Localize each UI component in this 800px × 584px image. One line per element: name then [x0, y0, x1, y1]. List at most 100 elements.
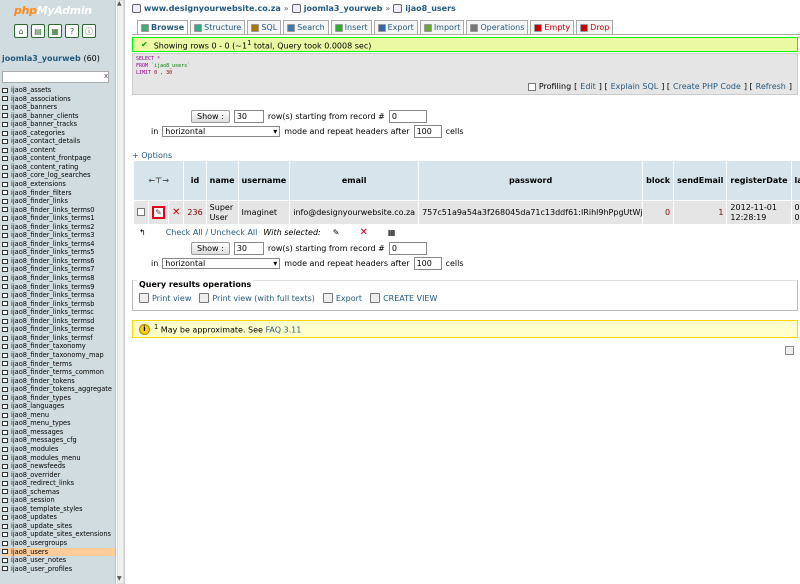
browse-table-icon[interactable]	[2, 250, 8, 256]
table-name[interactable]: ijao8_finder_links_terms9	[11, 283, 95, 292]
browse-table-icon[interactable]	[2, 104, 8, 110]
browse-table-icon[interactable]	[2, 164, 8, 170]
browse-table-icon[interactable]	[2, 489, 8, 495]
scrollbar-thumb[interactable]	[117, 0, 124, 584]
table-name[interactable]: ijao8_finder_terms	[11, 360, 72, 369]
column-header-registerdate[interactable]: registerDate	[726, 160, 792, 201]
table-name[interactable]: ijao8_finder_links_termsf	[11, 334, 93, 343]
browse-table-icon[interactable]	[2, 455, 8, 461]
table-name[interactable]: ijao8_finder_links_terms1	[11, 214, 95, 223]
delete-icon[interactable]: ✕	[172, 207, 180, 218]
table-name[interactable]: ijao8_categories	[11, 129, 65, 138]
table-name[interactable]: ijao8_banner_clients	[11, 112, 78, 121]
table-name[interactable]: ijao8_finder_tokens_aggregate	[11, 385, 112, 394]
browse-table-icon[interactable]	[2, 327, 8, 333]
browse-table-icon[interactable]	[2, 361, 8, 367]
table-name[interactable]: ijao8_updates	[11, 513, 57, 522]
browse-table-icon[interactable]	[2, 352, 8, 358]
browse-table-icon[interactable]	[2, 121, 8, 127]
table-list-item[interactable]: ijao8_core_log_searches	[2, 171, 115, 180]
edit-selected-pencil-icon[interactable]: ✎	[333, 228, 340, 237]
table-list-item[interactable]: ijao8_finder_links_terms8	[2, 274, 115, 283]
table-list-item[interactable]: ijao8_update_sites_extensions	[2, 530, 115, 539]
browse-table-icon[interactable]	[2, 215, 8, 221]
browse-table-icon[interactable]	[2, 480, 8, 486]
table-list-item[interactable]: ijao8_finder_links_termsb	[2, 300, 115, 309]
table-list-item[interactable]: ijao8_finder_links_terms9	[2, 283, 115, 292]
table-list-item[interactable]: ijao8_finder_terms	[2, 360, 115, 369]
docs-icon[interactable]: ?	[65, 24, 79, 38]
table-list-item[interactable]: ijao8_finder_links_termse	[2, 325, 115, 334]
table-name[interactable]: ijao8_banners	[11, 103, 57, 112]
table-name[interactable]: ijao8_finder_links	[11, 197, 68, 206]
browse-table-icon[interactable]	[2, 566, 8, 572]
table-list-item[interactable]: ijao8_content	[2, 146, 115, 155]
browse-table-icon[interactable]	[2, 318, 8, 324]
table-name[interactable]: ijao8_messages_cfg	[11, 436, 77, 445]
column-header-sendemail[interactable]: sendEmail	[673, 160, 728, 201]
table-name[interactable]: ijao8_redirect_links	[11, 479, 74, 488]
table-list-item[interactable]: ijao8_finder_links_termsa	[2, 291, 115, 300]
column-header-id[interactable]: id	[183, 160, 207, 201]
table-list-item[interactable]: ijao8_finder_types	[2, 394, 115, 403]
table-list-item[interactable]: ijao8_extensions	[2, 180, 115, 189]
database-label[interactable]: joomla3_yourweb	[2, 54, 81, 63]
table-name[interactable]: ijao8_usergroups	[11, 539, 67, 548]
edit-sql-link[interactable]: Edit	[580, 82, 596, 91]
tab-empty[interactable]: Empty	[530, 20, 575, 34]
browse-table-icon[interactable]	[2, 181, 8, 187]
edit-pencil-icon[interactable]: ✎	[152, 206, 165, 219]
table-list-item[interactable]: ijao8_finder_terms_common	[2, 368, 115, 377]
table-list-item[interactable]: ijao8_messages_cfg	[2, 436, 115, 445]
table-name[interactable]: ijao8_finder_links_termsb	[11, 300, 95, 309]
table-list-item[interactable]: ijao8_banners	[2, 103, 115, 112]
browse-table-icon[interactable]	[2, 540, 8, 546]
table-name[interactable]: ijao8_session	[11, 496, 55, 505]
table-list-item[interactable]: ijao8_banner_tracks	[2, 120, 115, 129]
browse-table-icon[interactable]	[2, 429, 8, 435]
table-name[interactable]: ijao8_finder_taxonomy_map	[11, 351, 104, 360]
table-name[interactable]: ijao8_core_log_searches	[11, 171, 91, 180]
table-list-item[interactable]: ijao8_user_profiles	[2, 565, 115, 574]
browse-table-icon[interactable]	[2, 549, 8, 555]
window-resize-icon[interactable]	[785, 346, 794, 355]
table-name[interactable]: ijao8_finder_links_termsa	[11, 291, 94, 300]
table-list-item[interactable]: ijao8_menu	[2, 411, 115, 420]
mode-select[interactable]: horizontal ▾	[162, 126, 281, 137]
table-name[interactable]: ijao8_menu	[11, 411, 49, 420]
home-icon[interactable]: ⌂	[14, 24, 28, 38]
table-list-item[interactable]: ijao8_finder_tokens	[2, 377, 115, 386]
sort-arrows-header[interactable]: ←⊤→	[132, 160, 185, 201]
table-list-item[interactable]: ijao8_updates	[2, 513, 115, 522]
table-name[interactable]: ijao8_finder_links_termsc	[11, 308, 94, 317]
start-record-input[interactable]: 0	[388, 110, 427, 123]
tab-operations[interactable]: Operations	[466, 20, 529, 34]
faq-link[interactable]: FAQ 3.11	[266, 326, 302, 335]
column-header-email[interactable]: email	[289, 160, 420, 201]
tab-structure[interactable]: Structure	[190, 20, 246, 34]
column-header-username[interactable]: username	[237, 160, 291, 201]
browse-table-icon[interactable]	[2, 472, 8, 478]
print-view-link[interactable]: Print view	[139, 293, 191, 303]
table-list-item[interactable]: ijao8_messages	[2, 428, 115, 437]
browse-table-icon[interactable]	[2, 404, 8, 409]
browse-table-icon[interactable]	[2, 309, 8, 315]
table-name[interactable]: ijao8_extensions	[11, 180, 66, 189]
browse-table-icon[interactable]	[2, 190, 8, 196]
table-list-item[interactable]: ijao8_modules_menu	[2, 454, 115, 463]
table-list-item[interactable]: ijao8_redirect_links	[2, 479, 115, 488]
browse-table-icon[interactable]	[2, 156, 8, 162]
browse-table-icon[interactable]	[2, 386, 8, 392]
table-name[interactable]: ijao8_finder_tokens	[11, 377, 75, 386]
browse-table-icon[interactable]	[2, 284, 8, 290]
table-filter-input[interactable]	[2, 71, 109, 83]
tab-import[interactable]: Import	[419, 20, 465, 34]
table-list-item[interactable]: ijao8_template_styles	[2, 505, 115, 514]
browse-table-icon[interactable]	[2, 412, 8, 418]
browse-table-icon[interactable]	[2, 224, 8, 230]
sql-window-icon[interactable]: ▤	[31, 24, 45, 38]
table-name[interactable]: ijao8_finder_links_terms5	[11, 248, 95, 257]
browse-table-icon[interactable]	[2, 463, 8, 469]
show-button[interactable]: Show :	[191, 242, 230, 255]
browse-table-icon[interactable]	[2, 113, 8, 119]
